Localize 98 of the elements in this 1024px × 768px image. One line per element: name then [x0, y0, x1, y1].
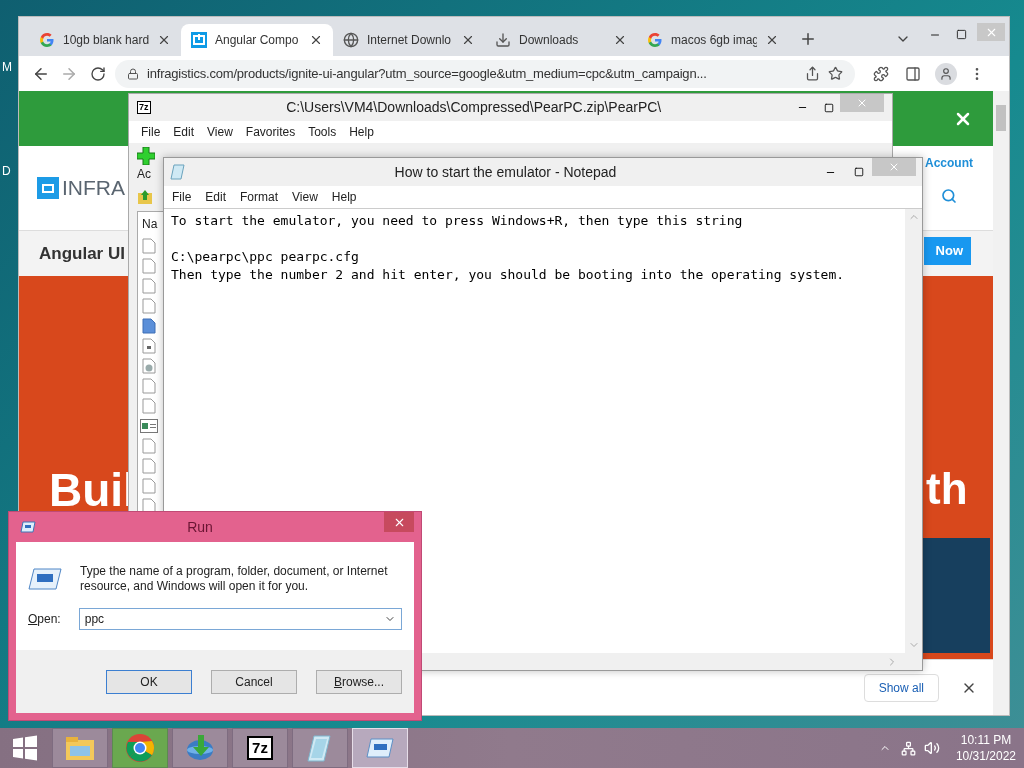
taskbar-button[interactable] — [112, 728, 168, 768]
globe-arrow-icon — [184, 733, 216, 763]
browser-tab[interactable]: Downloads — [485, 24, 637, 56]
toolbar-label: Ac — [137, 166, 151, 183]
notepad-icon — [306, 733, 334, 763]
folder-up-icon[interactable] — [137, 189, 155, 205]
address-bar[interactable]: infragistics.com/products/ignite-ui-angular?utm_source=google&utm_medium=cpc&utm_campaign... — [115, 59, 855, 88]
file-icon — [142, 438, 156, 454]
menu-item[interactable]: File — [141, 123, 161, 141]
dialog-button[interactable]: Browse... — [316, 669, 402, 694]
account-link[interactable]: Account — [925, 154, 973, 172]
close-icon — [888, 161, 900, 173]
logo-text: INFRA — [62, 175, 125, 202]
desktop-icon-label: D — [2, 163, 11, 180]
menu-item[interactable]: Help — [331, 188, 357, 206]
taskbar-button[interactable] — [292, 728, 348, 768]
window-file-icon — [140, 419, 158, 433]
close-icon[interactable] — [613, 33, 627, 47]
file-icon — [142, 238, 156, 254]
nav-title: Angular UI — [39, 242, 125, 265]
menu-item[interactable]: Edit — [205, 188, 227, 206]
text-line: To start the emulator, you need to press Windows+R, then type this string — [171, 212, 743, 230]
close-icon[interactable] — [461, 33, 475, 47]
volume-icon[interactable] — [923, 740, 940, 756]
window-title: C:\Users\VM4\Downloads\Compressed\PearPC.zip\PearPC\ — [285, 98, 663, 117]
close-icon[interactable] — [157, 33, 171, 47]
notepad-icon — [170, 164, 186, 180]
star-icon[interactable] — [828, 66, 843, 81]
close-icon[interactable] — [309, 33, 323, 47]
taskbar-button[interactable] — [52, 728, 108, 768]
extensions-icon[interactable] — [873, 65, 889, 82]
folder-icon — [64, 734, 96, 762]
side-panel-icon[interactable] — [905, 65, 921, 82]
file-icon — [142, 298, 156, 314]
network-icon[interactable] — [900, 740, 916, 756]
window-title: How to start the emulator - Notepad — [393, 162, 618, 182]
taskbar-button[interactable] — [172, 728, 228, 768]
field-label: Open: — [28, 611, 61, 628]
chrome-icon — [125, 733, 155, 763]
dialog-button[interactable]: Cancel — [211, 669, 297, 694]
browser-tab[interactable]: 10gb blank hard — [29, 24, 181, 56]
file-icon — [142, 458, 156, 474]
file-icon — [142, 378, 156, 394]
clock[interactable]: 10:11 PM 10/31/2022 — [955, 732, 1016, 764]
close-icon[interactable] — [765, 33, 779, 47]
globe-icon — [343, 32, 359, 48]
maximize-icon[interactable] — [854, 167, 864, 177]
close-button[interactable] — [384, 512, 414, 532]
run-icon — [28, 568, 62, 590]
text-line: C:\pearpc\ppc pearpc.cfg — [171, 248, 359, 266]
window-title: Run — [186, 517, 214, 537]
taskbar-button[interactable]: 7z — [232, 728, 288, 768]
menu-item[interactable]: View — [207, 123, 233, 141]
web-file-icon — [142, 358, 156, 374]
logo-icon — [191, 32, 207, 48]
menu-item[interactable]: Tools — [308, 123, 337, 141]
lock-icon — [127, 67, 139, 80]
menu-item[interactable]: View — [292, 188, 318, 206]
google-icon — [647, 32, 663, 48]
maximize-icon[interactable] — [956, 29, 967, 40]
menu-item[interactable]: Edit — [173, 123, 195, 141]
show-all-button[interactable]: Show all — [863, 673, 939, 702]
add-icon[interactable] — [137, 147, 155, 165]
maximize-icon[interactable] — [824, 102, 834, 113]
run-icon — [365, 736, 395, 760]
google-icon — [39, 32, 55, 48]
browser-tab[interactable]: Internet Downlo — [333, 24, 485, 56]
browser-tab[interactable]: Angular Compo — [181, 24, 333, 56]
archive-icon: 7z — [247, 736, 273, 760]
column-header[interactable]: Na — [142, 212, 162, 236]
document-icon — [142, 318, 156, 334]
share-icon[interactable] — [805, 66, 820, 81]
app-icon: 7z — [137, 101, 151, 114]
download-icon — [495, 32, 511, 48]
menu-item[interactable]: Favorites — [245, 123, 296, 141]
run-icon — [20, 521, 36, 533]
reload-icon[interactable] — [90, 65, 106, 82]
text-line: Then type the number 2 and hit enter, you should be booting into the operating system. — [171, 266, 845, 284]
hero-heading: th — [926, 463, 968, 515]
scrollbar[interactable] — [993, 91, 1009, 715]
desktop-icon-label: M — [2, 59, 12, 76]
new-tab-icon[interactable] — [799, 30, 817, 48]
menu-item[interactable]: Help — [349, 123, 374, 141]
logo-icon — [37, 177, 59, 199]
open-combobox[interactable]: ppc — [78, 608, 402, 630]
dialog-description: Type the name of a program, folder, document, or Internet resource, and Windows will open it for you. — [80, 564, 389, 594]
menu-item[interactable]: File — [172, 188, 192, 206]
search-icon[interactable] — [941, 188, 957, 204]
file-icon — [142, 278, 156, 294]
setup-file-icon — [142, 338, 156, 354]
windows-logo-icon — [12, 735, 38, 761]
file-icon — [142, 478, 156, 494]
file-icon — [142, 398, 156, 414]
close-icon — [856, 97, 868, 109]
menu-item[interactable]: Format — [240, 188, 279, 206]
dialog-button[interactable]: OK — [106, 669, 192, 694]
file-icon — [142, 258, 156, 274]
profile-avatar[interactable] — [935, 62, 957, 85]
